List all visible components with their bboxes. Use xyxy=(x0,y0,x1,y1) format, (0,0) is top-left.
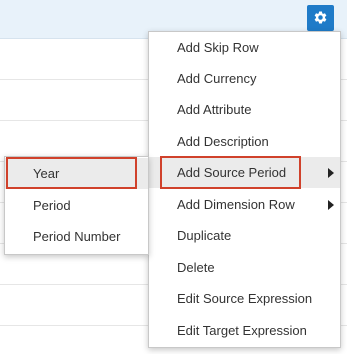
menu-item-add-currency[interactable]: Add Currency xyxy=(149,63,340,94)
submenu-item-year[interactable]: Year xyxy=(5,158,148,189)
menu-item-add-description[interactable]: Add Description xyxy=(149,126,340,157)
source-period-submenu: Year Period Period Number xyxy=(4,156,149,255)
menu-item-label: Add Attribute xyxy=(177,102,252,117)
menu-item-add-source-period[interactable]: Add Source Period xyxy=(149,157,340,188)
menu-item-add-attribute[interactable]: Add Attribute xyxy=(149,94,340,125)
menu-item-add-skip-row[interactable]: Add Skip Row xyxy=(149,32,340,63)
submenu-item-period[interactable]: Period xyxy=(5,190,148,221)
menu-item-label: Edit Source Expression xyxy=(177,291,313,306)
menu-item-duplicate[interactable]: Duplicate xyxy=(149,220,340,251)
menu-item-label: Add Skip Row xyxy=(177,40,259,55)
context-menu: Add Skip Row Add Currency Add Attribute … xyxy=(148,31,341,348)
menu-item-edit-target-expression[interactable]: Edit Target Expression xyxy=(149,315,340,346)
menu-item-delete[interactable]: Delete xyxy=(149,252,340,283)
menu-item-label: Edit Target Expression xyxy=(177,323,307,338)
submenu-item-label: Period xyxy=(33,198,71,213)
settings-button[interactable] xyxy=(307,5,334,31)
submenu-item-period-number[interactable]: Period Number xyxy=(5,221,148,252)
submenu-arrow-icon xyxy=(328,200,334,210)
gear-icon xyxy=(314,11,327,24)
menu-item-edit-source-expression[interactable]: Edit Source Expression xyxy=(149,283,340,314)
submenu-item-label: Period Number xyxy=(33,229,121,244)
menu-item-label: Add Description xyxy=(177,134,269,149)
menu-item-add-dimension-row[interactable]: Add Dimension Row xyxy=(149,189,340,220)
menu-item-label: Duplicate xyxy=(177,228,232,243)
menu-item-label: Delete xyxy=(177,260,215,275)
menu-item-label: Add Dimension Row xyxy=(177,197,295,212)
submenu-item-label: Year xyxy=(33,166,60,181)
menu-item-label: Add Currency xyxy=(177,71,257,86)
submenu-arrow-icon xyxy=(328,168,334,178)
menu-item-label: Add Source Period xyxy=(177,165,287,180)
